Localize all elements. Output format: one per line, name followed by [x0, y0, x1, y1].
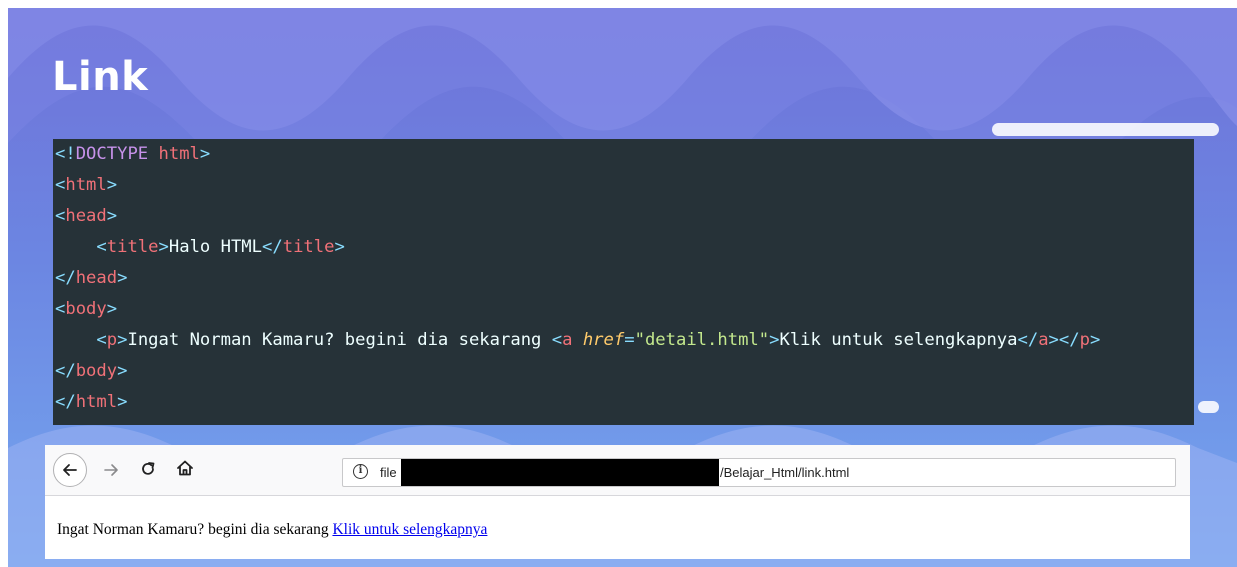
code-punctuation: </: [262, 237, 283, 257]
reload-button[interactable]: [135, 456, 161, 482]
forward-arrow-icon: [104, 464, 118, 476]
code-line: </html>: [55, 387, 1194, 418]
code-line: <body>: [55, 294, 1194, 325]
code-text: Klik untuk selengkapnya: [779, 330, 1018, 350]
code-string: "detail.html": [634, 330, 770, 350]
home-button[interactable]: [172, 455, 198, 481]
code-tag: head: [65, 206, 107, 226]
code-text: Ingat Norman Kamaru? begini dia sekarang: [127, 330, 552, 350]
code-line: </body>: [55, 356, 1194, 387]
address-bar[interactable]: i file /Belajar_Html/link.html: [342, 458, 1176, 487]
code-tag: html: [75, 392, 118, 412]
rendered-paragraph: Ingat Norman Kamaru? begini dia sekarang…: [57, 521, 487, 539]
code-punctuation: <: [55, 206, 66, 226]
url-text-suffix: /Belajar_Html/link.html: [720, 465, 850, 480]
reload-icon: [142, 462, 155, 475]
code-punctuation: >: [106, 206, 118, 226]
code-punctuation: <: [551, 330, 563, 350]
code-tag: html: [158, 144, 200, 164]
back-button[interactable]: [53, 453, 87, 487]
code-punctuation: >: [106, 175, 118, 195]
code-line: <!DOCTYPE html>: [55, 139, 1194, 170]
code-line: <p>Ingat Norman Kamaru? begini dia sekar…: [55, 325, 1194, 356]
code-tag: title: [282, 237, 335, 257]
code-tag: a: [562, 330, 573, 350]
code-punctuation: </: [1058, 330, 1080, 350]
code-tag: p: [1079, 330, 1090, 350]
code-punctuation: </: [55, 392, 76, 412]
code-punctuation: </: [1017, 330, 1039, 350]
url-text-prefix: file: [380, 465, 397, 480]
code-attribute: href: [582, 330, 625, 350]
code-line: <head>: [55, 201, 1194, 232]
code-punctuation: >: [117, 268, 128, 288]
code-punctuation: >: [117, 361, 128, 381]
code-punctuation: <: [96, 237, 107, 257]
code-punctuation: >: [199, 144, 211, 164]
code-punctuation: >: [117, 392, 128, 412]
detail-link[interactable]: Klik untuk selengkapnya: [332, 521, 487, 538]
code-line: <title>Halo HTML</title>: [55, 232, 1194, 263]
code-tag: body: [65, 299, 107, 319]
code-punctuation: >: [1089, 330, 1101, 350]
slide-title: Link: [52, 54, 149, 100]
code-tag: title: [106, 237, 159, 257]
paragraph-text: Ingat Norman Kamaru? begini dia sekarang: [57, 521, 333, 538]
code-punctuation: </: [55, 268, 76, 288]
forward-button[interactable]: [98, 457, 124, 483]
code-line: </head>: [55, 263, 1194, 294]
decorative-pill: [992, 123, 1219, 136]
code-punctuation: <: [55, 299, 66, 319]
home-icon: [177, 460, 193, 476]
code-punctuation: =: [624, 330, 635, 350]
code-tag: head: [75, 268, 118, 288]
code-text: Halo HTML: [168, 237, 263, 257]
back-arrow-icon: [63, 464, 77, 476]
code-editor-panel: <!DOCTYPE html> <html> <head> <title>Hal…: [53, 139, 1194, 425]
code-punctuation: >: [117, 330, 128, 350]
code-tag: p: [106, 330, 118, 350]
browser-window: i file /Belajar_Html/link.html Ingat Nor…: [45, 445, 1190, 559]
code-punctuation: <: [55, 175, 66, 195]
code-punctuation: >: [769, 330, 780, 350]
code-punctuation: >: [106, 299, 118, 319]
code-punctuation: >: [334, 237, 345, 257]
redacted-path-block: [401, 459, 719, 486]
info-icon[interactable]: i: [353, 464, 368, 479]
code-tag: html: [65, 175, 107, 195]
decorative-pill: [1198, 401, 1219, 413]
code-punctuation: >: [158, 237, 169, 257]
browser-toolbar: i file /Belajar_Html/link.html: [45, 445, 1190, 496]
code-doctype: DOCTYPE: [75, 144, 149, 164]
code-punctuation: >: [1048, 330, 1059, 350]
code-tag: a: [1038, 330, 1049, 350]
code-line: <html>: [55, 170, 1194, 201]
code-tag: body: [75, 361, 118, 381]
code-punctuation: </: [55, 361, 76, 381]
code-punctuation: <!: [55, 144, 76, 164]
code-punctuation: <: [96, 330, 107, 350]
